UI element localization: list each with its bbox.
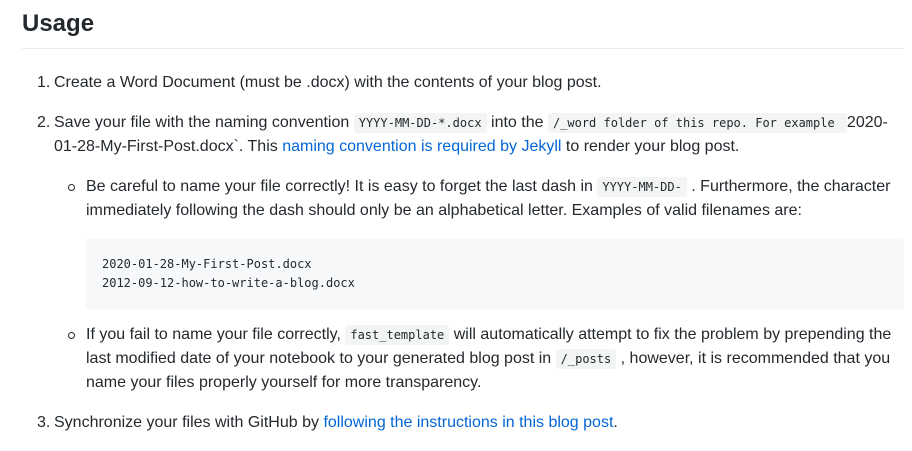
step-text: Save your file with the naming conventio… — [54, 114, 354, 131]
sub-text: If you fail to name your file correctly, — [86, 326, 346, 343]
inline-code: /_posts — [555, 349, 617, 369]
blog-instructions-link[interactable]: following the instructions in this blog … — [323, 414, 613, 431]
list-item: If you fail to name your file correctly,… — [68, 323, 904, 395]
list-number: 3. — [37, 414, 51, 431]
list-item: 1. Create a Word Document (must be .docx… — [37, 71, 904, 95]
list-item: 2. Save your file with the naming conven… — [37, 111, 904, 395]
readme-section: Usage 1. Create a Word Document (must be… — [22, 0, 904, 451]
bullet-icon — [68, 332, 75, 339]
section-heading: Usage — [22, 8, 904, 49]
inline-code: fast_template — [345, 325, 450, 345]
step-text: Synchronize your files with GitHub by — [54, 414, 324, 431]
list-item: Be careful to name your file correctly! … — [68, 175, 904, 309]
code-line: 2020-01-28-My-First-Post.docx — [102, 257, 312, 271]
step-text: to render your blog post. — [561, 138, 740, 155]
list-number: 1. — [37, 74, 51, 91]
jekyll-naming-link[interactable]: naming convention is required by Jekyll — [282, 138, 561, 155]
step-text: Create a Word Document (must be .docx) w… — [54, 74, 602, 91]
code-line: 2012-09-12-how-to-write-a-blog.docx — [102, 276, 355, 290]
code-block: 2020-01-28-My-First-Post.docx 2012-09-12-… — [86, 239, 904, 309]
bullet-icon — [68, 184, 75, 191]
step-text: into the — [486, 114, 548, 131]
step-text: . — [613, 414, 618, 431]
inline-code: YYYY-MM-DD-*.docx — [353, 113, 487, 133]
inline-code: /_word folder of this repo. For example — [547, 113, 847, 133]
list-item: 3. Synchronize your files with GitHub by… — [37, 411, 904, 435]
usage-steps-list: 1. Create a Word Document (must be .docx… — [22, 71, 904, 435]
sub-text: Be careful to name your file correctly! … — [86, 178, 598, 195]
inline-code: YYYY-MM-DD- — [597, 177, 687, 197]
sub-list: Be careful to name your file correctly! … — [54, 175, 904, 395]
list-number: 2. — [37, 114, 51, 131]
